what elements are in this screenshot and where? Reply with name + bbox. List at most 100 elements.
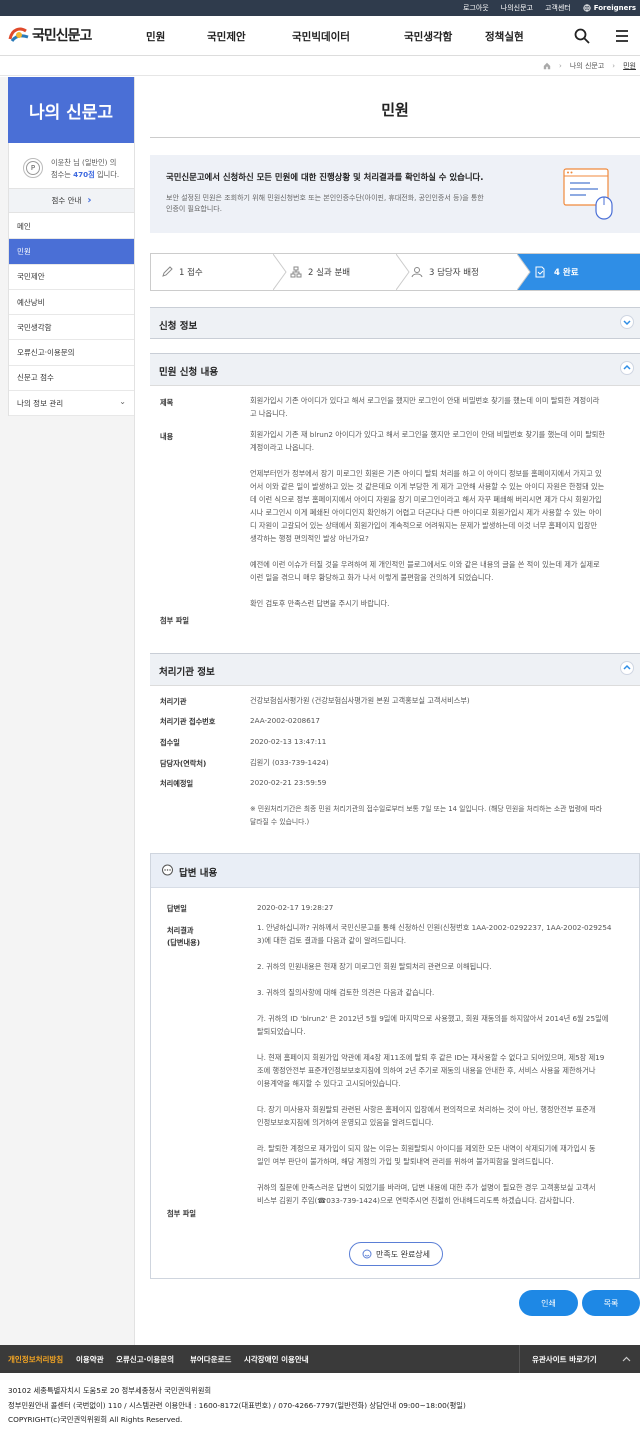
- section-apply-info[interactable]: 신청 정보: [150, 307, 640, 339]
- footer-link-privacy[interactable]: 개인정보처리방침: [8, 1354, 63, 1365]
- sidebar-item-civil[interactable]: 민원: [9, 239, 134, 265]
- apply-file-label: 첨부 파일: [160, 616, 189, 625]
- apply-content-label: 내용: [160, 432, 174, 441]
- chevron-right-icon: ›: [87, 195, 92, 206]
- divider: [150, 137, 640, 138]
- globe-icon: [583, 4, 591, 12]
- org-value: 2AA-2002-0208617: [250, 716, 320, 725]
- notice-body: 보안 설정된 민원은 조회하기 위해 민원신청번호 또는 본인인증수단(아이핀,…: [166, 194, 484, 213]
- section-title: 민원 신청 내용: [159, 367, 219, 378]
- document-icon: [535, 266, 545, 278]
- footer-link-terms[interactable]: 이용약관: [76, 1354, 104, 1365]
- sidebar-item-score[interactable]: 신문고 점수: [9, 366, 134, 392]
- chevron-right-icon: ›: [559, 62, 562, 70]
- sidebar-item-proposal[interactable]: 국민제안: [9, 265, 134, 290]
- smile-icon: [362, 1249, 372, 1259]
- org-value: 김원기 (033-739-1424): [250, 758, 329, 767]
- notice-title: 국민신문고에서 신청하신 모든 민원에 대한 진행상황 및 처리결과를 확인하실…: [166, 172, 484, 182]
- logout-link[interactable]: 로그아웃: [463, 3, 489, 13]
- sidebar: 나의 신문고 P 이윤찬 님 (일반인) 의 점수는 470점 입니다. 점수 …: [0, 77, 135, 1345]
- answer-title: 답변 내용: [179, 868, 218, 879]
- step-arrow: [396, 254, 410, 290]
- user-info-text: 이윤찬 님 (일반인) 의 점수는 470점 입니다.: [51, 158, 120, 179]
- print-button[interactable]: 인쇄: [519, 1290, 578, 1316]
- logo-mark-icon: [8, 25, 30, 45]
- sidebar-item-thinking[interactable]: 국민생각함: [9, 315, 134, 341]
- sidebar-item-my-info[interactable]: 나의 정보 관리 ⌄: [9, 391, 134, 417]
- gnb-item-proposal[interactable]: 국민제안: [207, 16, 246, 56]
- answer-date-label: 답변일: [167, 904, 187, 913]
- foreigners-link[interactable]: Foreigners: [583, 4, 636, 12]
- sidebar-item-budget[interactable]: 예산낭비: [9, 290, 134, 316]
- answer-header: 답변 내용: [151, 854, 639, 888]
- search-icon[interactable]: [574, 28, 590, 44]
- section-title: 처리기관 정보: [159, 667, 215, 678]
- answer-result-value: 1. 안녕하십니까? 귀하께서 국민신문고를 통해 신청하신 민원(신청번호 1…: [257, 923, 612, 1205]
- sidebar-item-error-report[interactable]: 오류신고·이용문의: [9, 340, 134, 366]
- step-assign: 3 담당자 배정: [411, 254, 479, 290]
- gnb-item-policy[interactable]: 정책실현: [485, 16, 524, 56]
- sidebar-item-main[interactable]: 메인: [9, 214, 134, 240]
- satisfaction-detail-button[interactable]: 만족도 완료상세: [349, 1242, 443, 1266]
- answer-file-label: 첨부 파일: [167, 1209, 196, 1218]
- org-value: 건강보험심사평가원 (건강보험심사평가원 본원 고객홍보실 고객서비스부): [250, 696, 470, 705]
- apply-content-value: 회원가입시 기존 재 blrun2 아이디가 있다고 해서 로그인을 했지만 로…: [250, 430, 606, 608]
- org-value: 2020-02-13 13:47:11: [250, 737, 327, 746]
- chevron-up-icon: [622, 1356, 631, 1362]
- gnb-item-bigdata[interactable]: 국민빅데이터: [292, 16, 350, 56]
- step-received: 1 접수: [161, 254, 203, 290]
- score-guide-button[interactable]: 점수 안내 ›: [9, 188, 134, 213]
- gnb-item-thinking[interactable]: 국민생각함: [404, 16, 452, 56]
- sidebar-title: 나의 신문고: [8, 77, 134, 143]
- computer-illustration-icon: [563, 168, 613, 220]
- speech-bubble-icon: [162, 864, 173, 876]
- section-civil-content[interactable]: 민원 신청 내용: [150, 353, 640, 385]
- customer-center-link[interactable]: 고객센터: [545, 3, 571, 13]
- breadcrumb: › 나의 신문고 › 민원: [543, 61, 636, 71]
- org-label: 담당자(연락처): [160, 759, 207, 768]
- breadcrumb-bar: › 나의 신문고 › 민원: [0, 56, 640, 76]
- org-label: 처리기관 접수번호: [160, 717, 216, 726]
- home-icon[interactable]: [543, 62, 551, 70]
- footer-link-error[interactable]: 오류신고·이용문의: [116, 1354, 174, 1365]
- chevron-up-icon[interactable]: [620, 361, 634, 375]
- user-points: 470점: [73, 170, 95, 179]
- related-sites-dropdown[interactable]: 유관사이트 바로가기: [519, 1345, 640, 1373]
- utility-bar: 로그아웃 나의신문고 고객센터 Foreigners: [0, 0, 640, 16]
- footer-link-viewer[interactable]: 뷰어다운로드: [190, 1354, 231, 1365]
- pencil-icon: [162, 266, 173, 277]
- step-distribute: 2 실과 분배: [290, 254, 350, 290]
- progress-steps: 1 접수 2 실과 분배 3 담당자 배정 4 완료: [150, 253, 640, 291]
- org-chart-icon: [290, 266, 302, 278]
- chevron-up-icon[interactable]: [620, 661, 634, 675]
- org-value: 2020-02-21 23:59:59: [250, 778, 327, 787]
- answer-box: 답변 내용 답변일 2020-02-17 19:28:27 처리결과 (답변내용)…: [150, 853, 640, 1279]
- divider: [150, 685, 640, 686]
- section-org-info[interactable]: 처리기관 정보: [150, 653, 640, 685]
- divider: [150, 385, 640, 386]
- site-logo[interactable]: 국민신문고: [8, 25, 92, 45]
- footer-copyright: COPYRIGHT(c)국민권익위원회 All Rights Reserved.: [8, 1415, 183, 1424]
- my-sinmungo-link[interactable]: 나의신문고: [501, 3, 533, 13]
- list-button[interactable]: 목록: [582, 1290, 640, 1316]
- answer-date-value: 2020-02-17 19:28:27: [257, 903, 334, 912]
- chevron-down-icon: ⌄: [119, 397, 126, 407]
- notice-box: 국민신문고에서 신청하신 모든 민원에 대한 진행상황 및 처리결과를 확인하실…: [150, 155, 640, 233]
- menu-icon[interactable]: [614, 28, 630, 44]
- org-label: 처리예정일: [160, 779, 194, 788]
- footer-link-accessibility[interactable]: 시각장애인 이용안내: [244, 1354, 309, 1365]
- footer-links-bar: 개인정보처리방침 이용약관 오류신고·이용문의 뷰어다운로드 시각장애인 이용안…: [0, 1345, 640, 1373]
- person-icon: [411, 267, 423, 278]
- step-arrow: [517, 254, 531, 290]
- step-arrow: [273, 254, 287, 290]
- breadcrumb-current: 민원: [623, 62, 636, 70]
- org-note: ※ 민원처리기간은 최종 민원 처리기관의 접수일로부터 보통 7일 또는 14…: [250, 805, 602, 826]
- sidebar-menu: 메인 민원 국민제안 예산낭비 국민생각함 오류신고·이용문의 신문고 점수 나…: [8, 214, 134, 417]
- org-label: 처리기관: [160, 697, 187, 706]
- chevron-right-icon: ›: [612, 62, 616, 70]
- org-label: 접수일: [160, 738, 180, 747]
- step-complete: 4 완료: [534, 254, 579, 290]
- breadcrumb-my[interactable]: 나의 신문고: [570, 61, 604, 71]
- gnb-item-civil[interactable]: 민원: [146, 16, 165, 56]
- chevron-down-icon[interactable]: [620, 315, 634, 329]
